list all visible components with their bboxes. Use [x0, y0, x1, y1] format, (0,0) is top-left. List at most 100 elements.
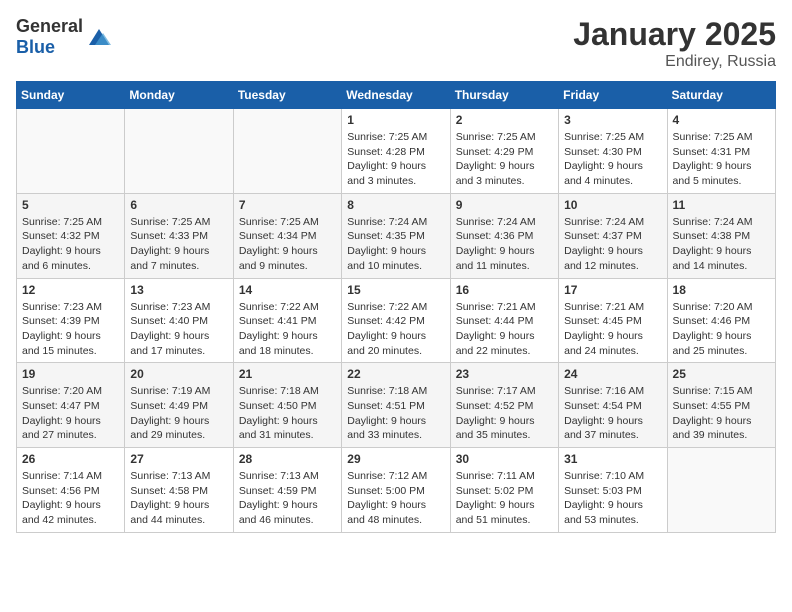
day-of-week-header: Wednesday	[342, 82, 450, 109]
logo-text: General Blue	[16, 16, 83, 58]
calendar-day-cell: 18Sunrise: 7:20 AMSunset: 4:46 PMDayligh…	[667, 278, 775, 363]
calendar-day-cell: 19 Sunrise: 7:20 AMSunset: 4:47 PMDayligh…	[17, 363, 125, 448]
day-info: Sunrise: 7:21 AMSunset: 4:44 PMDaylight:…	[456, 300, 553, 359]
logo-blue: Blue	[16, 37, 55, 57]
day-number: 30	[456, 452, 553, 466]
day-info: Sunrise: 7:24 AMSunset: 4:38 PMDaylight:…	[673, 215, 770, 274]
calendar-table: SundayMondayTuesdayWednesdayThursdayFrid…	[16, 81, 776, 533]
day-info: Sunrise: 7:11 AMSunset: 5:02 PMDaylight:…	[456, 469, 553, 528]
day-info: Sunrise: 7:10 AMSunset: 5:03 PMDaylight:…	[564, 469, 661, 528]
day-number: 17	[564, 283, 661, 297]
day-of-week-header: Tuesday	[233, 82, 341, 109]
day-of-week-header: Saturday	[667, 82, 775, 109]
day-info: Sunrise: 7:14 AMSunset: 4:56 PMDaylight:…	[22, 469, 119, 528]
calendar-day-cell: 2Sunrise: 7:25 AMSunset: 4:29 PMDaylight…	[450, 109, 558, 194]
calendar-day-cell: 20 Sunrise: 7:19 AMSunset: 4:49 PMDayligh…	[125, 363, 233, 448]
day-number: 19	[22, 367, 119, 381]
page-header: General Blue January 2025 Endirey, Russi…	[16, 16, 776, 71]
calendar-day-cell: 23 Sunrise: 7:17 AMSunset: 4:52 PMDayligh…	[450, 363, 558, 448]
calendar-week-row: 12Sunrise: 7:23 AMSunset: 4:39 PMDayligh…	[17, 278, 776, 363]
calendar-day-cell: 16 Sunrise: 7:21 AMSunset: 4:44 PMDayligh…	[450, 278, 558, 363]
calendar-day-cell: 3 Sunrise: 7:25 AMSunset: 4:30 PMDaylight…	[559, 109, 667, 194]
day-number: 23	[456, 367, 553, 381]
day-info: Sunrise: 7:13 AMSunset: 4:58 PMDaylight:…	[130, 469, 227, 528]
day-number: 26	[22, 452, 119, 466]
day-info: Sunrise: 7:24 AMSunset: 4:36 PMDaylight:…	[456, 215, 553, 274]
day-info: Sunrise: 7:18 AMSunset: 4:51 PMDaylight:…	[347, 384, 444, 443]
day-number: 27	[130, 452, 227, 466]
day-info: Sunrise: 7:17 AMSunset: 4:52 PMDaylight:…	[456, 384, 553, 443]
calendar-day-cell: 13 Sunrise: 7:23 AMSunset: 4:40 PMDayligh…	[125, 278, 233, 363]
day-info: Sunrise: 7:13 AMSunset: 4:59 PMDaylight:…	[239, 469, 336, 528]
day-info: Sunrise: 7:15 AMSunset: 4:55 PMDaylight:…	[673, 384, 770, 443]
logo-icon	[85, 23, 113, 51]
day-of-week-header: Sunday	[17, 82, 125, 109]
day-number: 20	[130, 367, 227, 381]
calendar-day-cell	[667, 448, 775, 533]
calendar-day-cell: 21 Sunrise: 7:18 AMSunset: 4:50 PMDayligh…	[233, 363, 341, 448]
day-number: 15	[347, 283, 444, 297]
calendar-day-cell	[125, 109, 233, 194]
day-of-week-header: Thursday	[450, 82, 558, 109]
day-number: 5	[22, 198, 119, 212]
day-info: Sunrise: 7:19 AMSunset: 4:49 PMDaylight:…	[130, 384, 227, 443]
calendar-title: January 2025	[573, 16, 776, 53]
calendar-day-cell: 15 Sunrise: 7:22 AMSunset: 4:42 PMDayligh…	[342, 278, 450, 363]
day-info: Sunrise: 7:25 AMSunset: 4:33 PMDaylight:…	[130, 215, 227, 274]
calendar-day-cell: 12Sunrise: 7:23 AMSunset: 4:39 PMDayligh…	[17, 278, 125, 363]
calendar-day-cell: 22Sunrise: 7:18 AMSunset: 4:51 PMDayligh…	[342, 363, 450, 448]
logo-general: General	[16, 16, 83, 36]
day-info: Sunrise: 7:25 AMSunset: 4:34 PMDaylight:…	[239, 215, 336, 274]
day-info: Sunrise: 7:25 AMSunset: 4:30 PMDaylight:…	[564, 130, 661, 189]
day-number: 28	[239, 452, 336, 466]
day-number: 13	[130, 283, 227, 297]
day-number: 8	[347, 198, 444, 212]
day-number: 4	[673, 113, 770, 127]
day-info: Sunrise: 7:21 AMSunset: 4:45 PMDaylight:…	[564, 300, 661, 359]
logo: General Blue	[16, 16, 113, 58]
day-number: 3	[564, 113, 661, 127]
calendar-day-cell: 24 Sunrise: 7:16 AMSunset: 4:54 PMDayligh…	[559, 363, 667, 448]
calendar-subtitle: Endirey, Russia	[573, 53, 776, 71]
day-of-week-header: Monday	[125, 82, 233, 109]
calendar-week-row: 1 Sunrise: 7:25 AMSunset: 4:28 PMDaylight…	[17, 109, 776, 194]
calendar-day-cell: 9Sunrise: 7:24 AMSunset: 4:36 PMDaylight…	[450, 193, 558, 278]
calendar-day-cell	[17, 109, 125, 194]
calendar-week-row: 26 Sunrise: 7:14 AMSunset: 4:56 PMDayligh…	[17, 448, 776, 533]
day-of-week-header: Friday	[559, 82, 667, 109]
day-info: Sunrise: 7:18 AMSunset: 4:50 PMDaylight:…	[239, 384, 336, 443]
day-info: Sunrise: 7:22 AMSunset: 4:42 PMDaylight:…	[347, 300, 444, 359]
calendar-day-cell: 6Sunrise: 7:25 AMSunset: 4:33 PMDaylight…	[125, 193, 233, 278]
calendar-day-cell: 11Sunrise: 7:24 AMSunset: 4:38 PMDayligh…	[667, 193, 775, 278]
day-number: 29	[347, 452, 444, 466]
calendar-day-cell: 27 Sunrise: 7:13 AMSunset: 4:58 PMDayligh…	[125, 448, 233, 533]
calendar-day-cell: 30 Sunrise: 7:11 AMSunset: 5:02 PMDayligh…	[450, 448, 558, 533]
day-info: Sunrise: 7:25 AMSunset: 4:29 PMDaylight:…	[456, 130, 553, 189]
day-info: Sunrise: 7:12 AMSunset: 5:00 PMDaylight:…	[347, 469, 444, 528]
calendar-day-cell: 25Sunrise: 7:15 AMSunset: 4:55 PMDayligh…	[667, 363, 775, 448]
day-number: 7	[239, 198, 336, 212]
day-info: Sunrise: 7:25 AMSunset: 4:31 PMDaylight:…	[673, 130, 770, 189]
day-number: 1	[347, 113, 444, 127]
day-info: Sunrise: 7:24 AMSunset: 4:35 PMDaylight:…	[347, 215, 444, 274]
day-info: Sunrise: 7:16 AMSunset: 4:54 PMDaylight:…	[564, 384, 661, 443]
day-info: Sunrise: 7:22 AMSunset: 4:41 PMDaylight:…	[239, 300, 336, 359]
calendar-day-cell: 1 Sunrise: 7:25 AMSunset: 4:28 PMDaylight…	[342, 109, 450, 194]
day-number: 21	[239, 367, 336, 381]
calendar-day-cell: 17 Sunrise: 7:21 AMSunset: 4:45 PMDayligh…	[559, 278, 667, 363]
day-number: 14	[239, 283, 336, 297]
day-info: Sunrise: 7:20 AMSunset: 4:46 PMDaylight:…	[673, 300, 770, 359]
calendar-day-cell: 26 Sunrise: 7:14 AMSunset: 4:56 PMDayligh…	[17, 448, 125, 533]
day-info: Sunrise: 7:23 AMSunset: 4:40 PMDaylight:…	[130, 300, 227, 359]
calendar-day-cell: 29 Sunrise: 7:12 AMSunset: 5:00 PMDayligh…	[342, 448, 450, 533]
day-info: Sunrise: 7:25 AMSunset: 4:28 PMDaylight:…	[347, 130, 444, 189]
day-info: Sunrise: 7:25 AMSunset: 4:32 PMDaylight:…	[22, 215, 119, 274]
calendar-day-cell: 4 Sunrise: 7:25 AMSunset: 4:31 PMDaylight…	[667, 109, 775, 194]
calendar-day-cell: 14 Sunrise: 7:22 AMSunset: 4:41 PMDayligh…	[233, 278, 341, 363]
calendar-week-row: 19 Sunrise: 7:20 AMSunset: 4:47 PMDayligh…	[17, 363, 776, 448]
day-number: 16	[456, 283, 553, 297]
day-number: 24	[564, 367, 661, 381]
calendar-day-cell	[233, 109, 341, 194]
calendar-day-cell: 10Sunrise: 7:24 AMSunset: 4:37 PMDayligh…	[559, 193, 667, 278]
day-info: Sunrise: 7:20 AMSunset: 4:47 PMDaylight:…	[22, 384, 119, 443]
